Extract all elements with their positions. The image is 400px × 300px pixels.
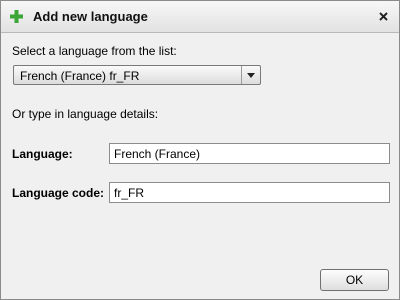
- dropdown-arrow-button[interactable]: [241, 66, 260, 84]
- language-select[interactable]: French (France) fr_FR: [13, 65, 261, 85]
- language-select-value: French (France) fr_FR: [20, 69, 140, 83]
- chevron-down-icon: [247, 73, 255, 78]
- dialog-titlebar: Add new language: [1, 1, 399, 33]
- language-field[interactable]: French (France): [109, 143, 390, 164]
- close-icon[interactable]: [377, 10, 390, 23]
- plus-icon: [10, 10, 23, 23]
- select-prompt: Select a language from the list:: [12, 44, 177, 58]
- language-code-field[interactable]: fr_FR: [109, 182, 390, 203]
- dialog-title: Add new language: [33, 9, 148, 24]
- add-language-dialog: Add new language Select a language from …: [0, 0, 400, 300]
- details-prompt: Or type in language details:: [12, 107, 159, 121]
- language-code-label: Language code:: [12, 186, 105, 200]
- ok-button[interactable]: OK: [320, 269, 389, 291]
- language-label: Language:: [12, 147, 73, 161]
